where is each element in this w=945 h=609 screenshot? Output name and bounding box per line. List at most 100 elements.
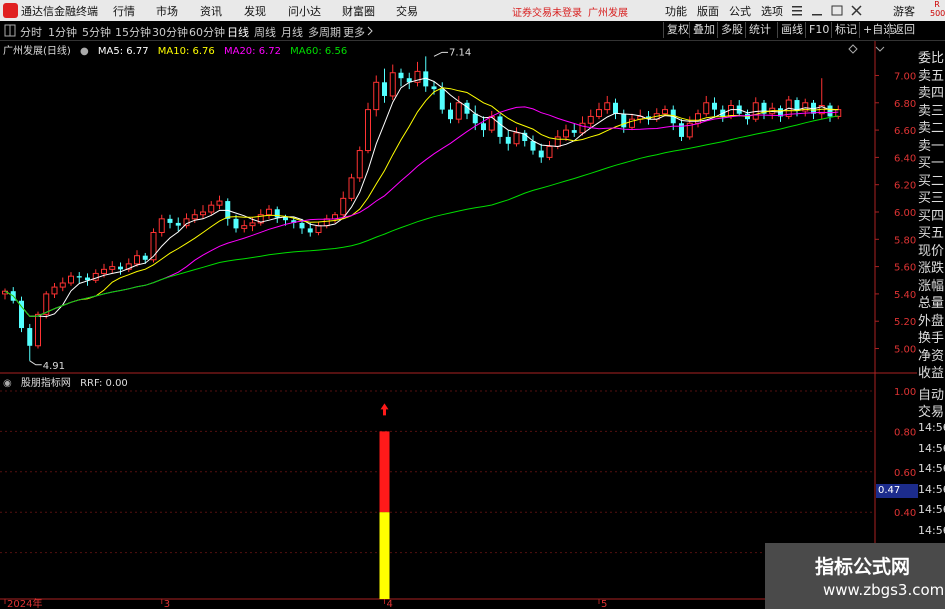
tab-60min[interactable]: 60分钟 [189, 24, 225, 40]
indicator-legend: ◉ 股朋指标网 RRF: 0.00 [3, 374, 134, 389]
f10-button[interactable]: F10 [805, 22, 832, 38]
ma-lines [4, 77, 839, 318]
price-tick-label-9: 6.80 [894, 99, 916, 110]
candle-body-48 [398, 72, 404, 79]
main-legend: 广州发展(日线) ● MA5: 6.77 MA10: 6.76 MA20: 6.… [3, 42, 353, 57]
indicator-axis: 0.200.400.600.801.00 [0, 387, 916, 560]
candle-body-9 [76, 276, 82, 278]
menu-formula[interactable]: 公式 [729, 3, 751, 19]
candle-body-71 [587, 115, 594, 124]
panel-lower-label-1: 交易 [918, 405, 945, 420]
tab-30min[interactable]: 30分钟 [152, 24, 188, 40]
tab-1min[interactable]: 1分钟 [48, 24, 77, 40]
toolbar-grid-icon[interactable] [4, 24, 16, 37]
panel-label-17: 净资 [918, 348, 945, 364]
kline-chart[interactable]: 5.00 5.20 5.40 5.60 5.80 6.00 6.20 6.40 6.60 6.80… [0, 41, 917, 609]
menu-quotes[interactable]: 行情 [113, 3, 135, 19]
mark-button[interactable]: 标记 [831, 22, 860, 38]
chevron-right-icon[interactable] [366, 26, 374, 36]
chevron-down-icon[interactable] [875, 46, 885, 52]
tab-daily[interactable]: 日线 [227, 24, 249, 40]
panel-label-11: 现价 [918, 243, 945, 259]
login-notice[interactable]: 证券交易未登录 [512, 4, 582, 19]
candle-body-45 [373, 81, 380, 111]
legend-controls [848, 44, 885, 54]
indicator-value: RRF: 0.00 [80, 378, 128, 389]
panel-label-1: 卖五 [918, 68, 945, 84]
price-tick-label-3: 5.60 [894, 263, 916, 274]
menu-ask[interactable]: 问小达 [288, 3, 321, 19]
window-controls [792, 5, 862, 16]
tab-multi-period[interactable]: 多周期 [308, 24, 341, 40]
ma60-line [4, 115, 839, 317]
candle-body-58 [481, 123, 486, 131]
panel-label-3: 卖三 [918, 103, 945, 119]
indicator-toggle-icon[interactable]: ◉ [3, 378, 12, 389]
back-button[interactable]: 返回 [889, 22, 918, 38]
candle-body-38 [315, 225, 322, 233]
indicator-title: 股朋指标网 [20, 378, 71, 389]
menu-trade[interactable]: 交易 [396, 3, 418, 19]
candle-body-62 [513, 132, 520, 145]
list-icon[interactable] [792, 6, 802, 16]
adjust-button[interactable]: 复权 [663, 22, 692, 38]
legend-ma20: MA20: 6.72 [223, 46, 281, 57]
candle-body-7 [59, 282, 66, 288]
panel-label-15: 外盘 [918, 313, 945, 329]
candles [2, 56, 842, 361]
tab-15min[interactable]: 15分钟 [115, 24, 151, 40]
panel-time-5: 14:56 [918, 523, 945, 537]
panel-label-18: 收益 [918, 366, 945, 381]
panel-label-7: 买二 [918, 173, 945, 189]
panel-label-16: 换手 [918, 331, 945, 346]
menu-discover[interactable]: 发现 [244, 3, 266, 19]
menu-market[interactable]: 市场 [156, 3, 178, 19]
signal-red-bar-0 [379, 431, 390, 513]
candle-body-69 [571, 130, 577, 133]
candle-body-34 [283, 217, 288, 221]
candle-body-86 [712, 102, 717, 110]
chart-frame [0, 41, 917, 609]
date-label-1: 3 [164, 599, 170, 609]
tab-intraday[interactable]: 分时 [20, 24, 42, 40]
diamond-icon[interactable] [848, 44, 858, 54]
multi-stock-button[interactable]: 多股 [717, 22, 746, 38]
candle-body-6 [51, 286, 58, 295]
candle-body-20 [167, 218, 173, 223]
tab-5min[interactable]: 5分钟 [82, 24, 111, 40]
ma20-line [4, 106, 839, 317]
guest-label[interactable]: 游客 [893, 3, 915, 19]
price-tick-label-1: 5.20 [894, 317, 916, 328]
panel-label-2: 卖四 [918, 86, 945, 101]
maximize-icon[interactable] [831, 5, 843, 16]
signal-yellow-bar-0 [379, 512, 390, 599]
indicator-tick-label-3: 0.80 [894, 427, 916, 438]
candle-body-12 [101, 268, 107, 274]
candle-body-11 [92, 272, 99, 281]
stats-button[interactable]: 统计 [745, 22, 774, 38]
indicator-bars [379, 403, 390, 599]
settings-dot-icon[interactable]: ● [80, 46, 89, 57]
close-icon[interactable] [851, 5, 862, 16]
panel-label-6: 买一 [918, 156, 945, 171]
candle-body-67 [554, 136, 561, 147]
menu-layout[interactable]: 版面 [697, 3, 719, 19]
tab-more[interactable]: 更多 [343, 24, 365, 40]
draw-line-button[interactable]: 画线 [777, 22, 806, 38]
panel-label-8: 买三 [918, 191, 945, 206]
candle-body-44 [365, 109, 371, 152]
menu-news[interactable]: 资讯 [200, 3, 222, 19]
panel-time-2: 14:56 [918, 462, 945, 475]
minimize-icon[interactable] [812, 14, 822, 16]
menu-function[interactable]: 功能 [665, 3, 687, 19]
candle-body-39 [323, 218, 330, 227]
tab-weekly[interactable]: 周线 [254, 24, 276, 40]
candle-body-100 [827, 105, 833, 117]
tab-monthly[interactable]: 月线 [281, 24, 303, 40]
candle-body-42 [348, 177, 355, 199]
legend-ma60: MA60: 6.56 [290, 46, 348, 57]
overlay-button[interactable]: 叠加 [689, 22, 718, 38]
menu-wealth[interactable]: 财富圈 [342, 3, 375, 19]
menu-options[interactable]: 选项 [761, 3, 783, 19]
chart-title: 广州发展(日线) [3, 46, 71, 57]
